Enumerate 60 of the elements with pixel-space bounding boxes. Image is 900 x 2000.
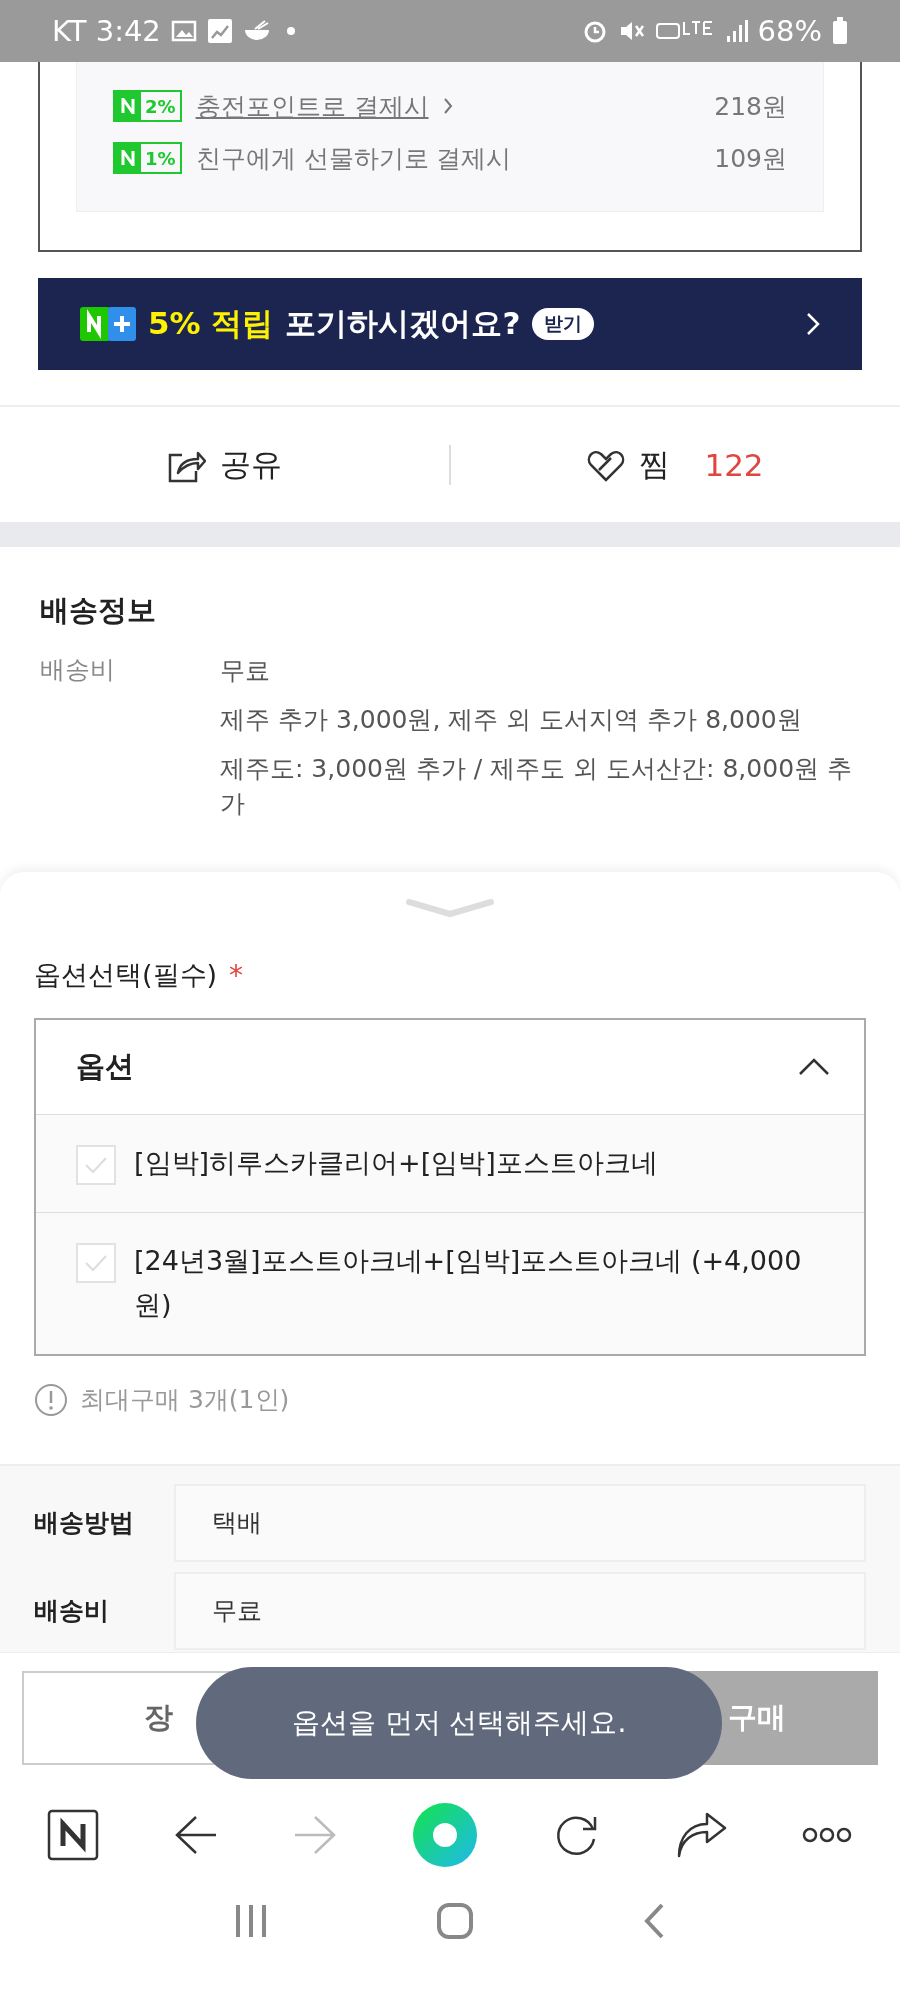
share-button[interactable]: 공유: [0, 407, 449, 522]
shipping-text: 제주 추가 3,000원, 제주 외 도서지역 추가 8,000원: [220, 704, 803, 736]
forward-icon[interactable]: [293, 1814, 338, 1855]
option-label: [임박]히루스카클리어+[임박]포스트아크네: [134, 1146, 658, 1180]
payback-label: 친구에게 선물하기로 결제시: [195, 142, 512, 175]
message-toast: 옵션을 먼저 선택해주세요.: [196, 1667, 722, 1779]
option-item[interactable]: [24년3월]포스트아크네+[임박]포스트아크네 (+4,000원): [36, 1212, 864, 1354]
npay-badge: 1%: [113, 142, 182, 174]
receive-badge: 받기: [532, 308, 595, 340]
status-time: KT 3:42: [52, 14, 161, 48]
readonly-field: 무료: [174, 1571, 866, 1650]
npay-logo-icon: [121, 150, 135, 166]
option-label: [24년3월]포스트아크네+[임박]포스트아크네 (+4,000원): [134, 1243, 803, 1323]
banner-highlight: 5% 적립: [148, 304, 274, 343]
dropdown-label: 옵션: [76, 1048, 134, 1085]
gallery-icon: [170, 19, 197, 43]
field-label: 배송비: [34, 1595, 110, 1628]
option-item[interactable]: [임박]히루스카클리어+[임박]포스트아크네: [36, 1115, 864, 1213]
payback-amount: 218원: [714, 90, 787, 123]
n-home-icon[interactable]: [47, 1808, 100, 1861]
share-arrow-icon[interactable]: [675, 1811, 728, 1858]
shipping-text: 무료: [220, 655, 271, 687]
sheet-handle-icon[interactable]: [405, 896, 495, 918]
section-title: 배송정보: [40, 592, 157, 629]
npay-plus-logo-icon: [80, 307, 136, 341]
cell-signal-icon: [725, 19, 748, 43]
back-nav-icon[interactable]: [642, 1902, 666, 1940]
payback-link[interactable]: 충전포인트로 결제시: [195, 89, 429, 123]
ring-logo-icon[interactable]: [411, 1801, 478, 1868]
dropdown-header[interactable]: 옵션: [36, 1020, 864, 1115]
like-count: 122: [704, 446, 764, 483]
field-label: 배송방법: [34, 1507, 135, 1540]
payback-amount: 109원: [714, 142, 787, 175]
check-icon: [84, 1156, 108, 1174]
battery-percent: 68%: [757, 14, 822, 48]
required-mark: *: [229, 958, 244, 992]
npay-badge: 2%: [113, 90, 182, 122]
chevron-right-icon: [442, 97, 453, 115]
field-label: 배송비: [40, 654, 116, 686]
chart-icon: [206, 18, 233, 44]
banner-text: 포기하시겠어요?: [285, 304, 521, 343]
recent-apps-icon[interactable]: [234, 1903, 268, 1939]
checkbox[interactable]: [76, 1145, 116, 1185]
checkbox[interactable]: [76, 1242, 116, 1283]
info-icon: [34, 1382, 68, 1417]
chevron-right-icon: [806, 312, 820, 336]
readonly-field: 택배: [174, 1483, 866, 1562]
promo-banner[interactable]: 5% 적립 포기하시겠어요? 받기: [38, 278, 862, 370]
like-button[interactable]: 찜 122: [451, 407, 900, 522]
chevron-up-icon: [798, 1058, 830, 1076]
shipping-text: 제주도: 3,000원 추가 / 제주도 외 도서산간: 8,000원 추가: [220, 753, 853, 820]
battery-icon: [832, 17, 848, 45]
check-icon: [84, 1253, 108, 1272]
bowl-icon: [242, 19, 271, 43]
purchase-limit-note: 최대구매 3개(1인): [80, 1384, 290, 1417]
home-icon[interactable]: [436, 1902, 474, 1940]
notification-dot: [286, 27, 295, 35]
back-icon[interactable]: [174, 1814, 219, 1855]
npay-logo-icon: [121, 98, 135, 114]
option-title: 옵션선택(필수): [34, 958, 218, 992]
